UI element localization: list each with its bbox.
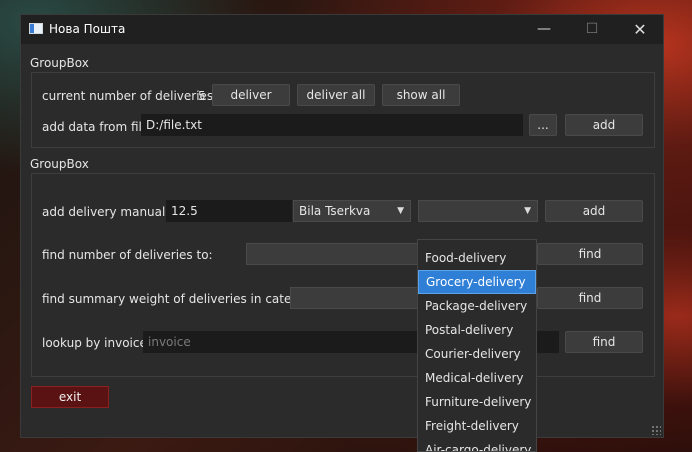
find-deliveries-to-button[interactable]: find (537, 243, 643, 265)
groupbox-1-title: GroupBox (30, 56, 89, 70)
dropdown-item[interactable]: Package-delivery (418, 294, 536, 318)
dropdown-item[interactable]: Freight-delivery (418, 414, 536, 438)
deliveries-count-label: current number of deliveries: (42, 89, 218, 103)
category-combo[interactable]: ▼ (418, 200, 538, 222)
summary-weight-label: find summary weight of deliveries in cat… (42, 292, 322, 306)
app-icon (29, 23, 43, 34)
city-combo-value: Bila Tserkva (299, 204, 371, 218)
deliver-all-button[interactable]: deliver all (297, 84, 375, 106)
file-label: add data from file (42, 120, 150, 134)
dropdown-item[interactable]: Air-cargo-delivery (418, 438, 536, 451)
exit-button[interactable]: exit (31, 386, 109, 408)
groupbox-2-title: GroupBox (30, 157, 89, 171)
add-file-button[interactable]: add (565, 114, 643, 136)
resize-grip-icon[interactable] (651, 425, 661, 435)
minimize-button[interactable]: — (521, 15, 567, 44)
dropdown-item[interactable]: Furniture-delivery (418, 390, 536, 414)
dropdown-item[interactable]: Food-delivery (418, 246, 536, 270)
dropdown-item[interactable]: Medical-delivery (418, 366, 536, 390)
maximize-button[interactable]: ☐ (569, 15, 615, 44)
browse-button[interactable]: ... (529, 114, 557, 136)
deliveries-count-value: 5 (198, 89, 206, 103)
summary-category-combo[interactable] (290, 287, 418, 309)
chevron-down-icon: ▼ (524, 206, 531, 216)
invoice-label: lookup by invoice: (42, 336, 151, 350)
weight-input[interactable]: 12.5 (166, 200, 292, 222)
window-title: Нова Пошта (49, 22, 126, 36)
deliver-button[interactable]: deliver (212, 84, 290, 106)
category-dropdown-list[interactable]: Food-delivery Grocery-delivery Package-d… (417, 239, 537, 452)
main-window: Нова Пошта — ☐ ✕ GroupBox current number… (20, 14, 664, 438)
add-manual-button[interactable]: add (545, 200, 643, 222)
destination-combo[interactable] (246, 243, 418, 265)
close-button[interactable]: ✕ (617, 15, 663, 44)
show-all-button[interactable]: show all (382, 84, 460, 106)
find-invoice-button[interactable]: find (565, 331, 643, 353)
dropdown-item[interactable]: Postal-delivery (418, 318, 536, 342)
dropdown-item[interactable]: Courier-delivery (418, 342, 536, 366)
city-combo[interactable]: Bila Tserkva ▼ (293, 200, 411, 222)
title-bar[interactable]: Нова Пошта — ☐ ✕ (21, 15, 663, 44)
dropdown-item-selected[interactable]: Grocery-delivery (418, 270, 536, 294)
find-deliveries-to-label: find number of deliveries to: (42, 248, 213, 262)
file-path-input[interactable]: D:/file.txt (141, 114, 523, 136)
chevron-down-icon: ▼ (397, 206, 404, 216)
find-summary-weight-button[interactable]: find (537, 287, 643, 309)
manual-delivery-label: add delivery manually: (42, 205, 179, 219)
